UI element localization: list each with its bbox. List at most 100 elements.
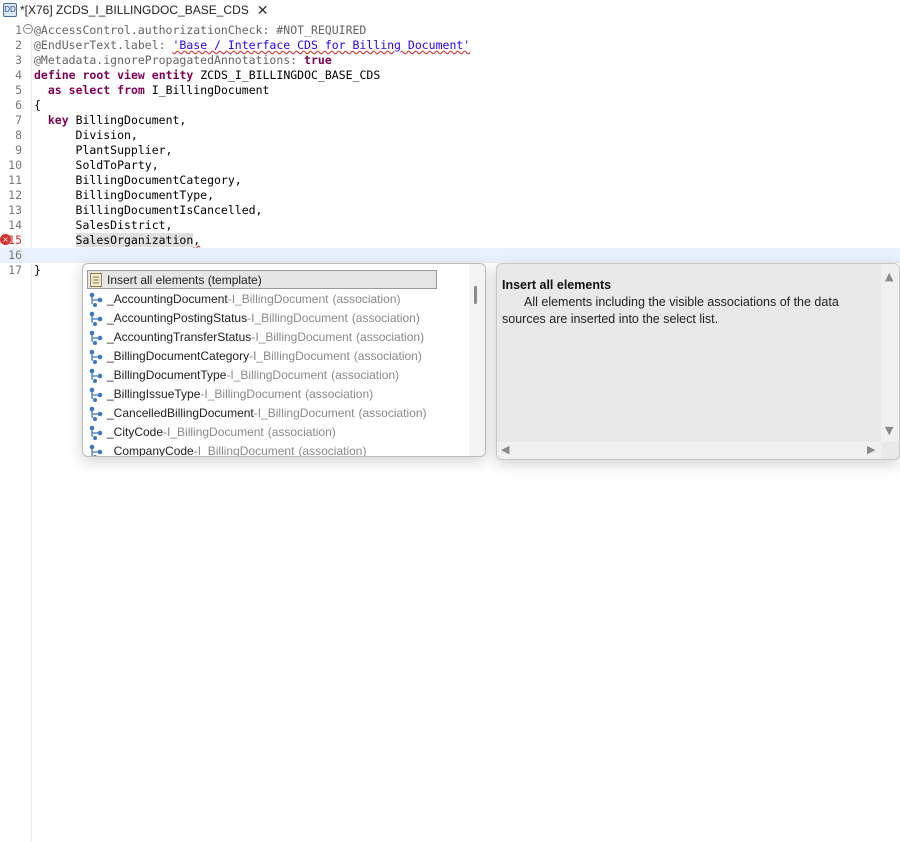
- completion-item-source: I_BillingDocument: [253, 348, 350, 363]
- code-completion-popup[interactable]: Insert all elements (template) _Accountin…: [82, 263, 486, 457]
- scrollbar-thumb[interactable]: [474, 286, 477, 304]
- close-icon[interactable]: ✕: [257, 3, 269, 17]
- code-line[interactable]: 2 @EndUserText.label: 'Base / Interface C…: [0, 38, 900, 53]
- completion-item-kind: (association): [305, 386, 374, 401]
- completion-list[interactable]: Insert all elements (template) _Accountin…: [83, 264, 468, 456]
- code-line[interactable]: 12 BillingDocumentType,: [0, 188, 900, 203]
- completion-item-content: _CityCode - I_BillingDocument (associatio…: [87, 422, 341, 441]
- completion-item-kind: (association): [331, 367, 400, 382]
- code-line[interactable]: 3 @Metadata.ignorePropagatedAnnotations: …: [0, 53, 900, 68]
- code-line[interactable]: 9 PlantSupplier,: [0, 143, 900, 158]
- code-line[interactable]: 4 define root view entity ZCDS_I_BILLINGD…: [0, 68, 900, 83]
- line-number: 4: [15, 68, 22, 82]
- code-text: as select from I_BillingDocument: [47, 83, 270, 97]
- scroll-up-icon[interactable]: ▲: [885, 270, 893, 283]
- scroll-left-icon[interactable]: ◀: [501, 443, 509, 456]
- completion-item-content: Insert all elements (template): [87, 270, 437, 289]
- code-line[interactable]: 13 BillingDocumentIsCancelled,: [0, 203, 900, 218]
- code-text: }: [34, 263, 41, 277]
- completion-item-name: _BillingDocumentCategory: [107, 348, 250, 363]
- scroll-down-icon[interactable]: ▼: [885, 424, 893, 437]
- error-icon[interactable]: ×: [0, 234, 11, 245]
- completion-item-kind: (association): [298, 443, 367, 457]
- association-icon: [88, 443, 104, 456]
- completion-item-name: _CompanyCode: [107, 443, 194, 457]
- association-icon: [88, 329, 104, 345]
- code-text: PlantSupplier,: [34, 143, 173, 157]
- completion-item[interactable]: _CancelledBillingDocument - I_BillingDoc…: [87, 403, 467, 422]
- completion-item-content: _AccountingPostingStatus - I_BillingDocu…: [87, 308, 425, 327]
- completion-info-popup: Insert all elements All elements includi…: [496, 263, 900, 460]
- code-text: BillingDocumentCategory,: [34, 173, 242, 187]
- code-text: SalesOrganization,: [75, 233, 201, 247]
- line-number: 16: [8, 248, 22, 262]
- completion-item-source: I_BillingDocument: [231, 291, 329, 306]
- fold-collapse-icon[interactable]: −: [23, 24, 33, 34]
- completion-item-source: I_BillingDocument: [204, 386, 302, 401]
- editor-tab[interactable]: DD *[X76] ZCDS_I_BILLINGDOC_BASE_CDS ✕: [0, 0, 269, 19]
- completion-item-content: _CancelledBillingDocument - I_BillingDoc…: [87, 403, 432, 422]
- code-line[interactable]: 16: [0, 248, 900, 263]
- completion-item-source: I_BillingDocument: [230, 367, 328, 382]
- line-number: 5: [15, 83, 22, 97]
- line-number: 1: [15, 23, 22, 37]
- code-line[interactable]: 1− @AccessControl.authorizationCheck: #NO…: [0, 23, 900, 38]
- completion-item-name: _CancelledBillingDocument: [107, 405, 254, 420]
- code-text: @Metadata.ignorePropagatedAnnotations: t…: [34, 53, 332, 67]
- info-horizontal-scrollbar[interactable]: ◀ ▶: [497, 442, 881, 459]
- code-line[interactable]: 15 × SalesOrganization,: [0, 233, 900, 248]
- association-icon: [88, 367, 104, 383]
- completion-item-name: _AccountingTransferStatus: [107, 329, 252, 344]
- completion-item[interactable]: _AccountingDocument - I_BillingDocument(…: [87, 289, 467, 308]
- line-number: 14: [8, 218, 22, 232]
- completion-item[interactable]: _BillingDocumentCategory - I_BillingDocu…: [87, 346, 467, 365]
- completion-item[interactable]: _CompanyCode - I_BillingDocument (associa…: [87, 441, 467, 456]
- info-text: All elements including the visible assoc…: [502, 295, 839, 326]
- completion-item-name: _AccountingDocument: [107, 291, 228, 306]
- code-line[interactable]: 6{: [0, 98, 900, 113]
- code-line[interactable]: 7 key BillingDocument,: [0, 113, 900, 128]
- completion-item-kind: (association): [358, 405, 427, 420]
- association-icon: [88, 348, 104, 364]
- completion-scrollbar[interactable]: [469, 264, 485, 456]
- code-line[interactable]: 14 SalesDistrict,: [0, 218, 900, 233]
- line-number: 8: [15, 128, 22, 142]
- completion-item[interactable]: _CityCode - I_BillingDocument (associatio…: [87, 422, 467, 441]
- completion-item-kind: (association): [267, 424, 336, 439]
- completion-item[interactable]: _BillingDocumentType - I_BillingDocument…: [87, 365, 467, 384]
- completion-item[interactable]: _AccountingPostingStatus - I_BillingDocu…: [87, 308, 467, 327]
- completion-item-kind: (association): [353, 348, 422, 363]
- code-line[interactable]: 8 Division,: [0, 128, 900, 143]
- code-line[interactable]: 5 as select from I_BillingDocument: [0, 83, 900, 98]
- line-number: 6: [15, 98, 22, 112]
- completion-item[interactable]: _BillingIssueType - I_BillingDocument (as…: [87, 384, 467, 403]
- completion-item-content: _CompanyCode - I_BillingDocument (associa…: [87, 441, 371, 456]
- completion-item-name: _CityCode: [107, 424, 164, 439]
- scroll-right-icon[interactable]: ▶: [867, 443, 875, 456]
- completion-item[interactable]: _AccountingTransferStatus - I_BillingDoc…: [87, 327, 467, 346]
- line-number: 13: [8, 203, 22, 217]
- code-text: key BillingDocument,: [47, 113, 187, 127]
- completion-item-name: _BillingIssueType: [107, 386, 201, 401]
- code-text: BillingDocumentIsCancelled,: [34, 203, 263, 217]
- completion-item-insert-all[interactable]: Insert all elements (template): [87, 270, 467, 289]
- completion-item-content: _AccountingDocument - I_BillingDocument(…: [87, 289, 406, 308]
- code-line[interactable]: 11 BillingDocumentCategory,: [0, 173, 900, 188]
- completion-item-name: _AccountingPostingStatus: [107, 310, 248, 325]
- code-line[interactable]: 10 SoldToParty,: [0, 158, 900, 173]
- code-text: @EndUserText.label: 'Base / Interface CD…: [34, 38, 471, 52]
- line-number: 2: [15, 38, 22, 52]
- association-icon: [88, 291, 104, 307]
- association-icon: [88, 405, 104, 421]
- line-number: 12: [8, 188, 22, 202]
- completion-item-content: _BillingDocumentCategory - I_BillingDocu…: [87, 346, 427, 365]
- info-vertical-scrollbar[interactable]: ▲ ▼: [881, 264, 899, 442]
- code-text: {: [34, 98, 41, 112]
- line-number: 3: [15, 53, 22, 67]
- completion-item-source: I_BillingDocument: [257, 405, 355, 420]
- info-title: Insert all elements: [502, 278, 612, 292]
- line-number: 10: [8, 158, 22, 172]
- code-text: @AccessControl.authorizationCheck: #NOT_…: [34, 23, 367, 37]
- completion-item-content: _BillingIssueType - I_BillingDocument (as…: [87, 384, 378, 403]
- line-number: 9: [15, 143, 22, 157]
